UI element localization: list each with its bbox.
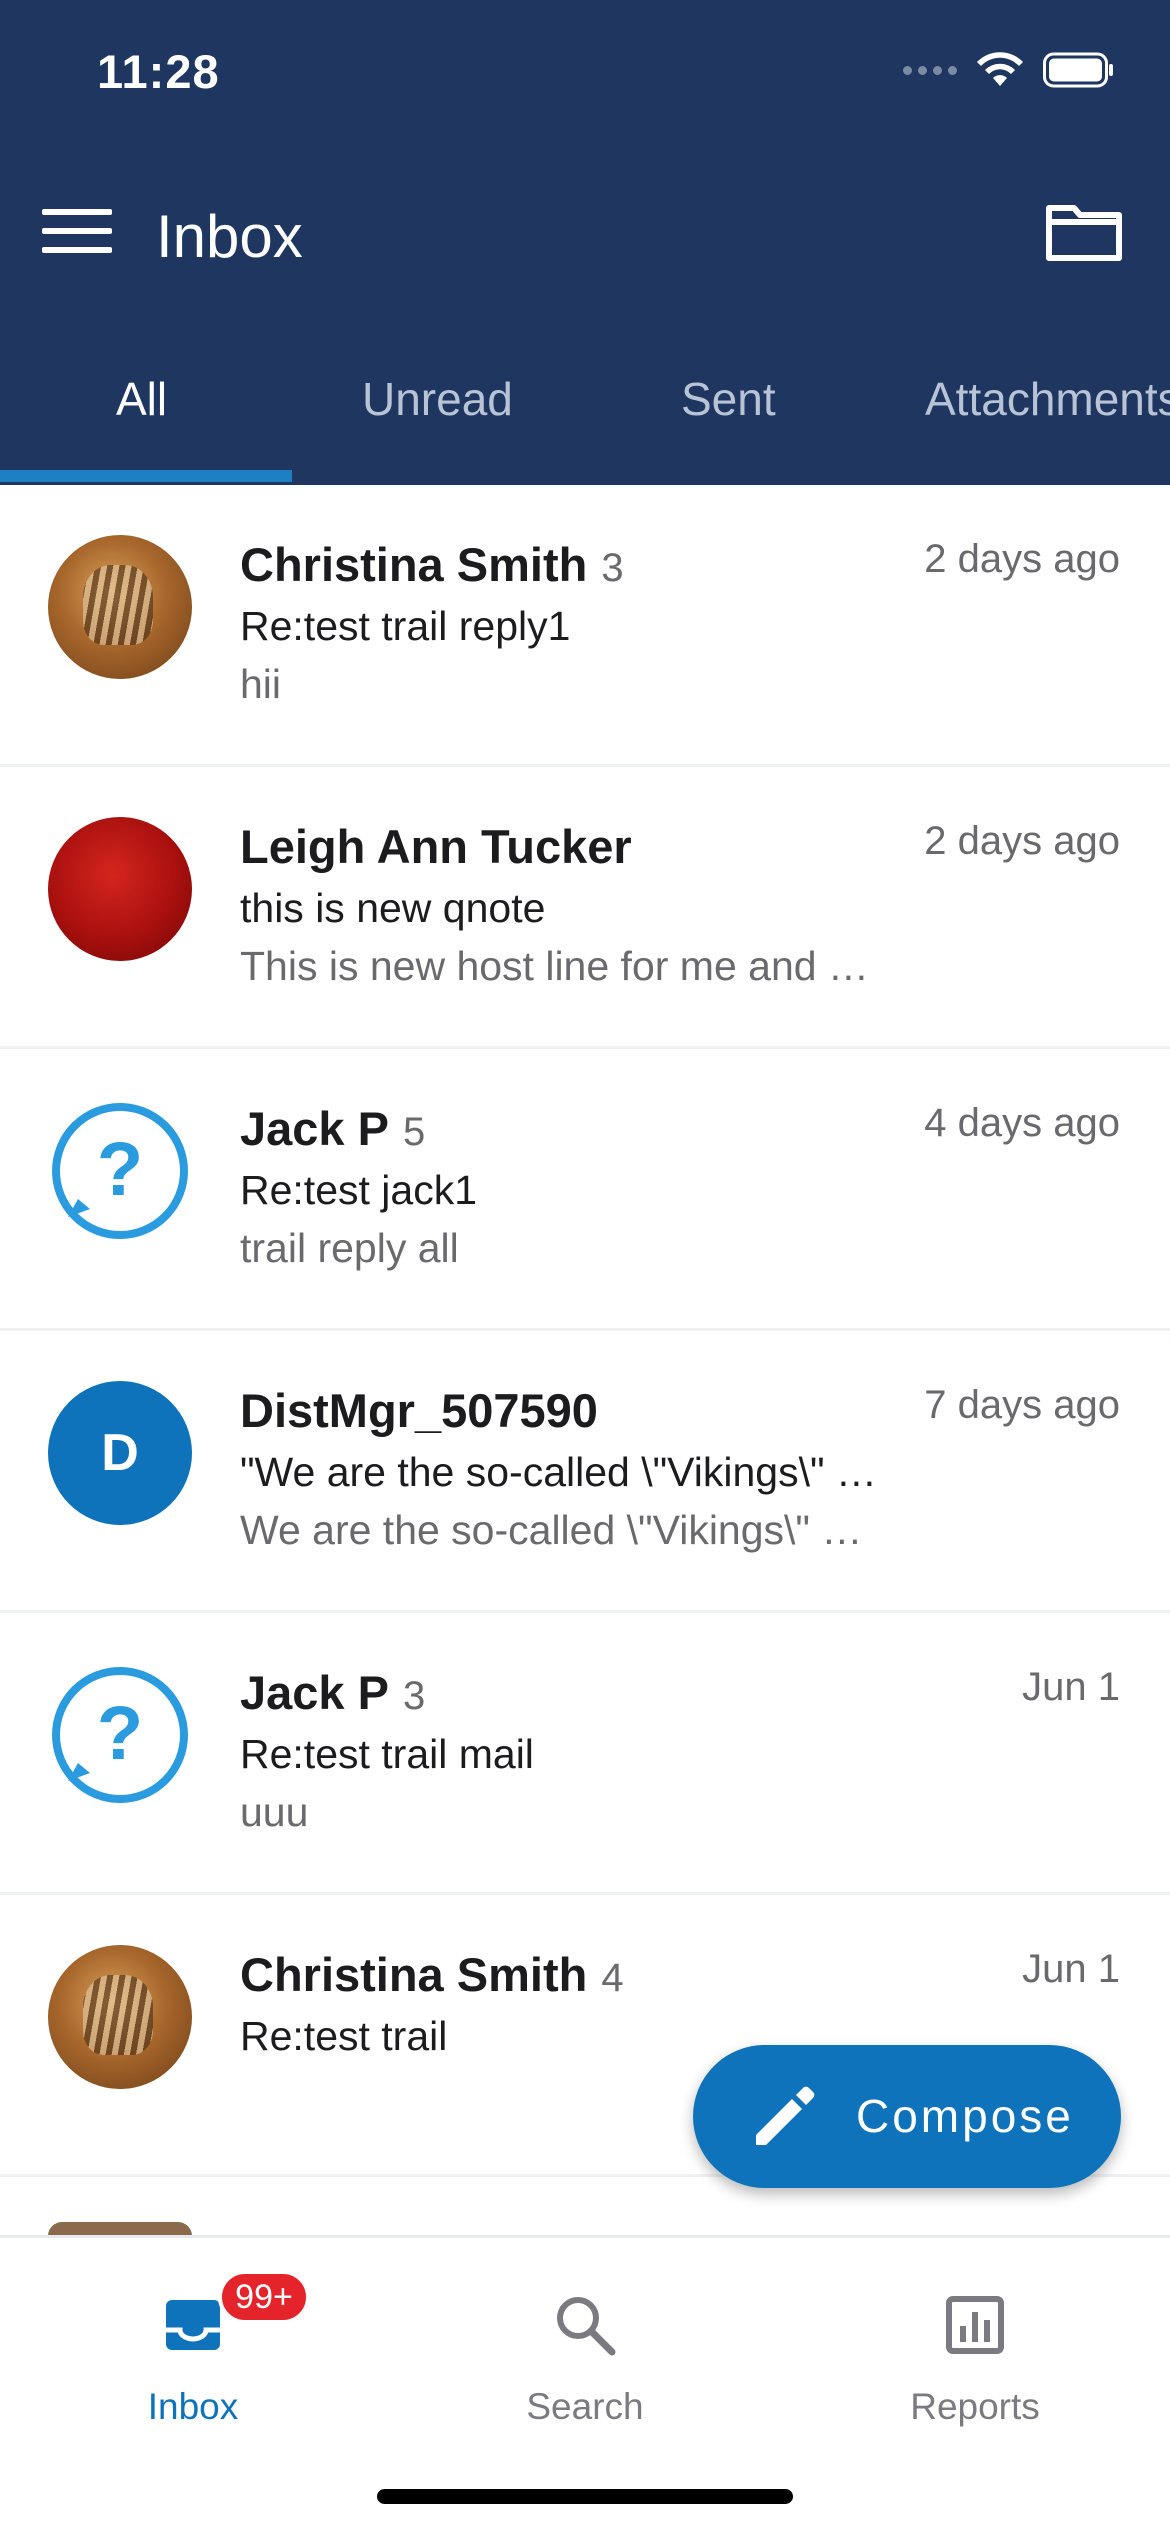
avatar	[48, 817, 192, 961]
message-date: 2 days ago	[924, 819, 1120, 863]
svg-text:?: ?	[97, 1127, 143, 1212]
message-subject: Re:test jack1	[240, 1167, 477, 1213]
bottom-navigation: 99+ Inbox Search Reports	[0, 2235, 1170, 2532]
folders-button[interactable]	[1044, 200, 1130, 270]
message-row[interactable]: Leigh Ann Tucker 2 days ago this is new …	[0, 767, 1170, 1049]
sender-name: Christina Smith	[240, 538, 588, 591]
battery-icon	[1043, 52, 1113, 88]
cellular-signal-icon	[903, 65, 957, 75]
message-date: Jun 1	[1022, 1947, 1120, 1991]
sender-name: DistMgr_507590	[240, 1384, 598, 1437]
message-subject: Re:test trail	[240, 2013, 448, 2059]
search-icon	[557, 2297, 616, 2356]
message-list: Christina Smith 3 2 days ago Re:test trai…	[0, 485, 1170, 2177]
nav-label: Reports	[910, 2386, 1040, 2427]
message-preview: We are the so-called \"Vikings\" …	[240, 1507, 863, 1553]
tab-attachments[interactable]: Attachments	[925, 372, 1170, 426]
message-sender: Jack P 3	[240, 1665, 425, 1720]
message-row[interactable]: ? Jack P 5 4 days ago Re:test jack1 trail…	[0, 1049, 1170, 1331]
avatar	[48, 2222, 192, 2236]
message-subject: Re:test trail reply1	[240, 603, 571, 649]
page-title: Inbox	[156, 203, 303, 270]
message-subject: this is new qnote	[240, 885, 546, 931]
avatar: D	[48, 1381, 192, 1525]
folder-icon	[1046, 205, 1122, 261]
message-date: 2 days ago	[924, 537, 1120, 581]
sender-name: Christina Smith	[240, 1948, 588, 2001]
filter-tabs: All Unread Sent Attachments	[0, 352, 1170, 485]
message-subject: Re:test trail mail	[240, 1731, 534, 1777]
message-row[interactable]: Christina Smith 3 2 days ago Re:test trai…	[0, 485, 1170, 767]
thread-count: 5	[402, 1110, 426, 1154]
wifi-icon	[977, 52, 1023, 86]
nav-inbox[interactable]: 99+ Inbox	[43, 2268, 343, 2427]
message-sender: Jack P 5	[240, 1101, 425, 1156]
unread-badge: 99+	[218, 2270, 310, 2324]
message-sender: DistMgr_507590	[240, 1383, 598, 1438]
thread-count: 4	[601, 1956, 624, 2000]
tab-sent[interactable]: Sent	[681, 372, 776, 426]
thread-count: 3	[402, 1674, 426, 1718]
status-time: 11:28	[97, 45, 220, 98]
thread-count: 3	[601, 546, 624, 590]
nav-search[interactable]: Search	[435, 2268, 735, 2427]
pencil-icon	[756, 2086, 815, 2145]
status-icons	[903, 52, 1115, 88]
message-preview: uuu	[240, 1789, 309, 1835]
unknown-sender-icon: ?	[48, 1663, 192, 1807]
sender-name: Jack P	[240, 1666, 389, 1719]
avatar	[48, 535, 192, 679]
sender-name: Leigh Ann Tucker	[240, 820, 632, 873]
message-date: 7 days ago	[924, 1383, 1120, 1427]
sender-name: Jack P	[240, 1102, 389, 1155]
tab-unread[interactable]: Unread	[362, 372, 513, 426]
home-indicator	[377, 2489, 793, 2504]
message-row[interactable]: D DistMgr_507590 7 days ago "We are the …	[0, 1331, 1170, 1613]
message-subject: "We are the so-called \"Vikings\" …	[240, 1449, 877, 1495]
message-preview: hii	[240, 661, 282, 707]
menu-button[interactable]	[42, 205, 122, 265]
message-preview: This is new host line for me and …	[240, 943, 869, 989]
message-sender: Christina Smith 4	[240, 1947, 624, 2002]
message-sender: Leigh Ann Tucker	[240, 819, 632, 874]
status-bar: 11:28	[0, 0, 1170, 150]
unknown-sender-icon: ?	[48, 1099, 192, 1243]
tab-all[interactable]: All	[116, 372, 167, 426]
svg-text:?: ?	[97, 1691, 143, 1776]
app-header: 11:28 Inbox All Unread Sent Attachments	[0, 0, 1170, 485]
message-preview: trail reply all	[240, 1225, 459, 1271]
message-date: 4 days ago	[924, 1101, 1120, 1145]
message-row[interactable]: ? Jack P 3 Jun 1 Re:test trail mail uuu	[0, 1613, 1170, 1895]
nav-label: Inbox	[147, 2386, 239, 2427]
reports-icon	[946, 2296, 1004, 2354]
avatar	[48, 1945, 192, 2089]
toolbar: Inbox	[0, 180, 1170, 290]
nav-label: Search	[526, 2386, 644, 2427]
compose-label: Compose	[856, 2090, 1074, 2142]
hamburger-menu-icon	[42, 209, 112, 253]
message-date: Jun 1	[1022, 1665, 1120, 1709]
compose-button[interactable]: Compose	[693, 2045, 1121, 2188]
nav-reports[interactable]: Reports	[825, 2268, 1125, 2427]
message-sender: Christina Smith 3	[240, 537, 624, 592]
active-tab-indicator	[0, 470, 292, 482]
